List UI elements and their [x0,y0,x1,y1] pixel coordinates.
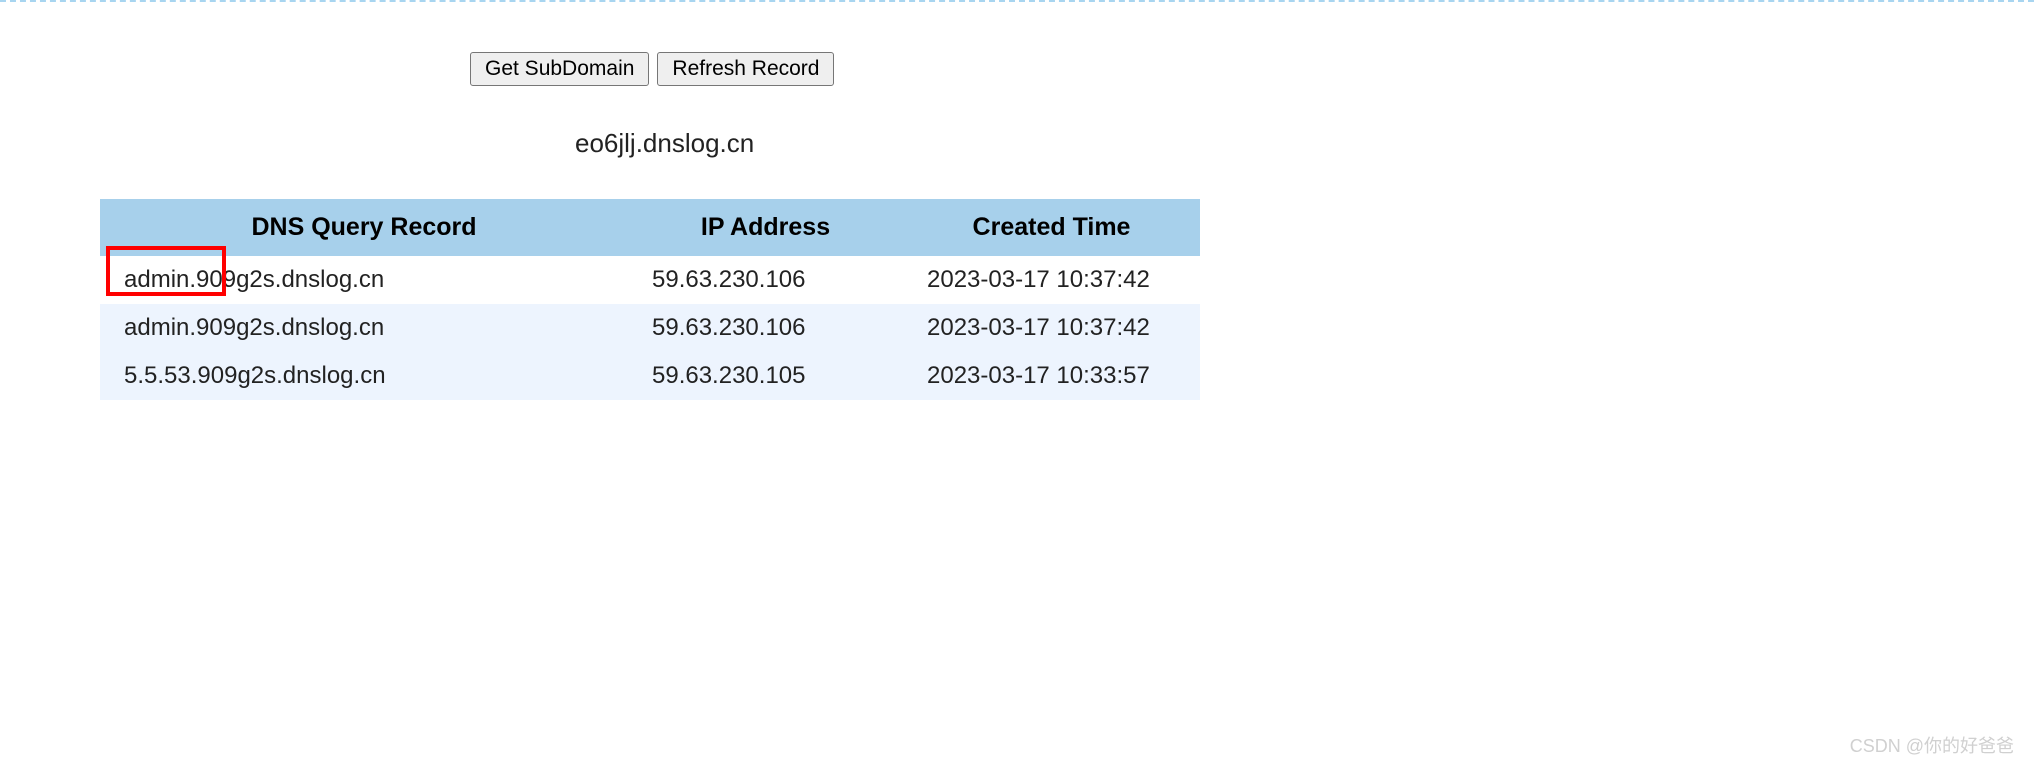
header-created-time: Created Time [903,199,1200,256]
watermark-text: CSDN @你的好爸爸 [1850,732,2014,758]
header-dns-query-record: DNS Query Record [100,199,628,256]
cell-time: 2023-03-17 10:37:42 [903,304,1200,352]
cell-ip: 59.63.230.106 [628,304,903,352]
table-row: 5.5.53.909g2s.dnslog.cn 59.63.230.105 20… [100,352,1200,400]
cell-record: 5.5.53.909g2s.dnslog.cn [100,352,628,400]
table-header-row: DNS Query Record IP Address Created Time [100,199,1200,256]
header-ip-address: IP Address [628,199,903,256]
top-dashed-border [0,0,2034,2]
cell-ip: 59.63.230.106 [628,256,903,304]
button-row: Get SubDomain Refresh Record [470,52,2034,86]
refresh-record-button[interactable]: Refresh Record [657,52,834,86]
cell-time: 2023-03-17 10:37:42 [903,256,1200,304]
table-row: admin.909g2s.dnslog.cn 59.63.230.106 202… [100,256,1200,304]
dns-records-table: DNS Query Record IP Address Created Time… [100,199,1200,400]
cell-record: admin.909g2s.dnslog.cn [100,256,628,304]
main-content: Get SubDomain Refresh Record eo6jlj.dnsl… [100,52,2034,400]
table-row: admin.909g2s.dnslog.cn 59.63.230.106 202… [100,304,1200,352]
cell-record: admin.909g2s.dnslog.cn [100,304,628,352]
get-subdomain-button[interactable]: Get SubDomain [470,52,649,86]
subdomain-text: eo6jlj.dnslog.cn [575,128,2034,159]
cell-time: 2023-03-17 10:33:57 [903,352,1200,400]
cell-ip: 59.63.230.105 [628,352,903,400]
